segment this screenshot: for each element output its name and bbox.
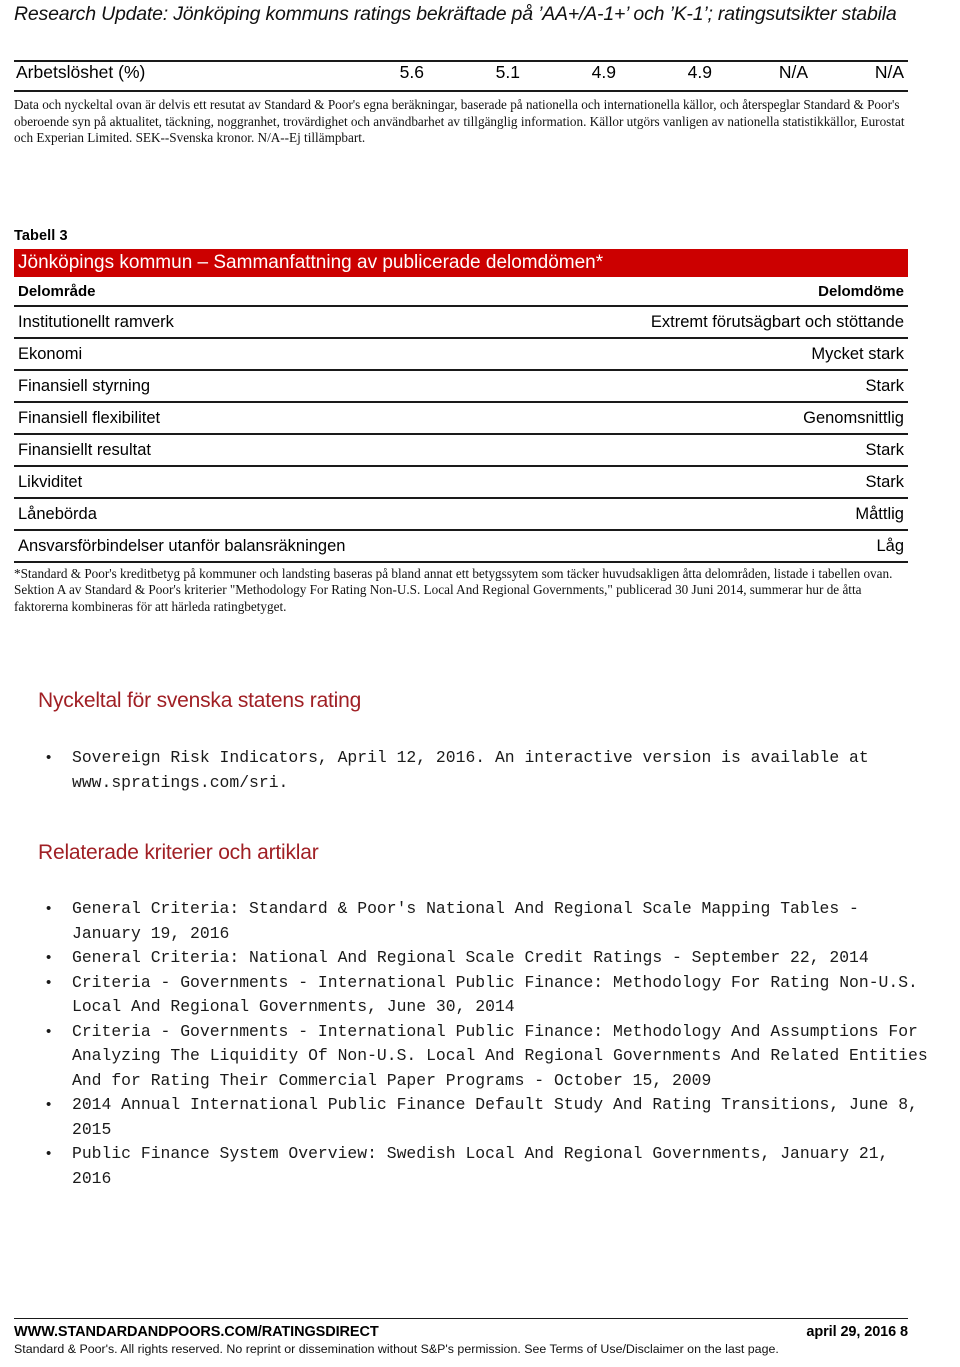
page-title: Research Update: Jönköping kommuns ratin… — [14, 3, 897, 25]
footer-top-line: WWW.STANDARDANDPOORS.COM/RATINGSDIRECT a… — [14, 1324, 908, 1340]
table3-banner: Jönköpings kommun – Sammanfattning av pu… — [14, 249, 908, 277]
cell-area: Finansiell styrning — [18, 376, 151, 395]
list-item-label: Criteria - Governments - International P… — [72, 972, 918, 1017]
related-criteria-list: • General Criteria: Standard & Poor's Na… — [38, 897, 928, 1191]
table3-column-headers: Delområde Delomdöme — [14, 277, 908, 305]
table3-caption: Tabell 3 — [14, 228, 68, 244]
top-table-note: Data och nyckeltal ovan är delvis ett re… — [14, 97, 905, 146]
cell-value-3: 4.9 — [591, 62, 616, 82]
table-row: Finansiell styrning Stark — [14, 371, 908, 401]
sovereign-links-list: • Sovereign Risk Indicators, April 12, 2… — [38, 746, 928, 795]
bullet-icon: • — [46, 1096, 52, 1113]
top-continued-table: Arbetslöshet (%) 5.6 5.1 4.9 4.9 N/A N/A — [14, 60, 908, 92]
table3-footnote: *Standard & Poor's kreditbetyg på kommun… — [14, 566, 893, 614]
cell-value-6: N/A — [874, 62, 904, 82]
bullet-icon: • — [46, 749, 52, 766]
list-item-label: General Criteria: National And Regional … — [72, 948, 869, 967]
table-bottom-rule — [14, 90, 908, 92]
cell-value-1: 5.6 — [399, 62, 424, 82]
cell-assessment: Låg — [876, 536, 904, 555]
bullet-icon: • — [46, 949, 52, 966]
cell-value-2: 5.1 — [495, 62, 520, 82]
footer-site-url[interactable]: WWW.STANDARDANDPOORS.COM/RATINGSDIRECT — [14, 1324, 379, 1340]
cell-assessment: Mycket stark — [811, 344, 904, 363]
cell-assessment: Extremt förutsägbart och stöttande — [650, 312, 904, 331]
table-row: Likviditet Stark — [14, 467, 908, 497]
cell-area: Finansiell flexibilitet — [18, 408, 161, 427]
cell-value-4: 4.9 — [687, 62, 712, 82]
table-row: Ansvarsförbindelser utanför balansräknin… — [14, 531, 908, 561]
list-item[interactable]: • General Criteria: National And Regiona… — [38, 946, 928, 971]
cell-assessment: Stark — [865, 376, 904, 395]
table-row: Institutionellt ramverk Extremt förutsäg… — [14, 307, 908, 337]
section-heading-sovereign: Nyckeltal för svenska statens rating — [38, 689, 362, 712]
section-heading-related: Relaterade kriterier och artiklar — [38, 841, 319, 864]
list-item[interactable]: • Sovereign Risk Indicators, April 12, 2… — [38, 746, 928, 795]
table-row: Lånebörda Måttlig — [14, 499, 908, 529]
footer-page-info: april 29, 2016 8 — [806, 1324, 908, 1340]
bullet-icon: • — [46, 973, 52, 991]
list-item-label: Public Finance System Overview: Swedish … — [72, 1144, 889, 1188]
cell-assessment: Stark — [865, 440, 904, 459]
list-item-label: Criteria - Governments - International P… — [72, 1021, 928, 1090]
table-row: Ekonomi Mycket stark — [14, 339, 908, 369]
list-item-label: General Criteria: Standard & Poor's Nati… — [72, 899, 859, 943]
footer-rule — [14, 1318, 908, 1319]
cell-area: Ekonomi — [18, 344, 83, 363]
list-item[interactable]: • General Criteria: Standard & Poor's Na… — [38, 897, 928, 946]
table3: Jönköpings kommun – Sammanfattning av pu… — [14, 249, 908, 615]
cell-area: Institutionellt ramverk — [18, 312, 174, 331]
cell-value-5: N/A — [778, 62, 808, 82]
cell-assessment: Genomsnittlig — [803, 408, 904, 427]
list-item[interactable]: • Public Finance System Overview: Swedis… — [38, 1142, 928, 1191]
cell-assessment: Stark — [865, 472, 904, 491]
list-item-label: 2014 Annual International Public Finance… — [72, 1095, 918, 1139]
list-item[interactable]: • Criteria - Governments - International… — [38, 971, 928, 1020]
bullet-icon: • — [46, 900, 52, 917]
table-row: Arbetslöshet (%) 5.6 5.1 4.9 4.9 N/A N/A — [14, 62, 908, 90]
footer-disclaimer: Standard & Poor's. All rights reserved. … — [14, 1342, 779, 1356]
cell-area: Finansiellt resultat — [18, 440, 151, 459]
list-item[interactable]: • Criteria - Governments - International… — [38, 1020, 928, 1094]
bullet-icon: • — [46, 1022, 52, 1040]
column-header-delomrade: Delområde — [18, 282, 96, 300]
table-row: Finansiellt resultat Stark — [14, 435, 908, 465]
bullet-icon: • — [46, 1145, 52, 1162]
list-item-label: Sovereign Risk Indicators, April 12, 201… — [72, 748, 869, 792]
page-footer: WWW.STANDARDANDPOORS.COM/RATINGSDIRECT a… — [14, 1324, 908, 1356]
row-label-unemployment: Arbetslöshet (%) — [16, 62, 146, 82]
cell-area: Ansvarsförbindelser utanför balansräknin… — [18, 536, 346, 555]
table-row: Finansiell flexibilitet Genomsnittlig — [14, 403, 908, 433]
list-item[interactable]: • 2014 Annual International Public Finan… — [38, 1093, 928, 1142]
cell-area: Likviditet — [18, 472, 83, 491]
column-header-delomdome: Delomdöme — [818, 282, 904, 300]
cell-assessment: Måttlig — [855, 504, 904, 523]
cell-area: Lånebörda — [18, 504, 97, 523]
